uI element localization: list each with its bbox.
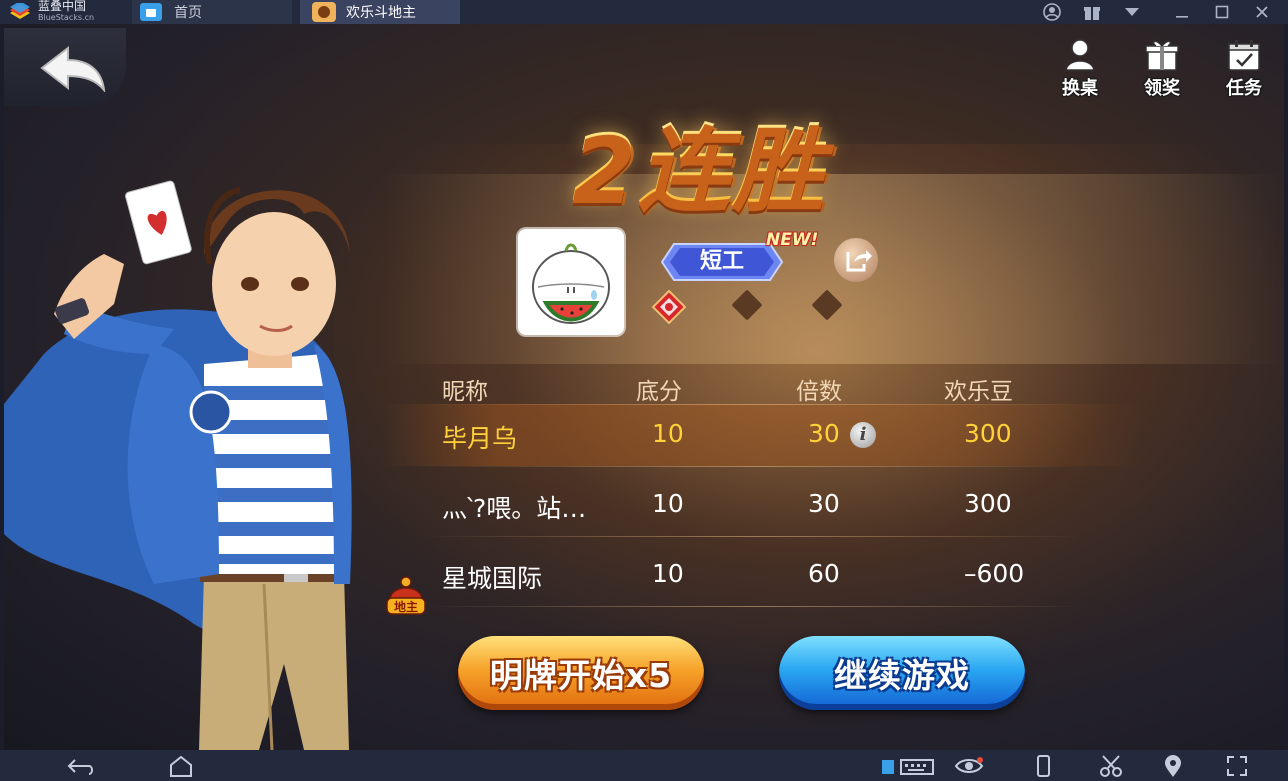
brand-logo: 蓝叠中国 BlueStacks.cn	[8, 0, 94, 24]
minimize-icon[interactable]	[1168, 0, 1196, 24]
maximize-icon[interactable]	[1208, 0, 1236, 24]
tab-game-label: 欢乐斗地主	[346, 5, 416, 21]
row-divider	[424, 536, 1084, 537]
row-divider	[424, 466, 1084, 467]
claim-reward-label: 领奖	[1144, 78, 1180, 99]
game-screen: 换桌 领奖 任务 2连胜 2连胜	[4, 24, 1284, 750]
share-icon	[846, 250, 872, 272]
change-table-button[interactable]: 换桌	[1054, 38, 1106, 102]
row-divider	[424, 404, 1084, 405]
info-icon[interactable]: i	[850, 422, 876, 448]
emulator-bottom-bar	[0, 750, 1288, 781]
row-beans: 300	[964, 419, 1012, 448]
header-nickname: 昵称	[442, 379, 488, 405]
row-multiplier: 30	[808, 489, 840, 518]
header-multiplier: 倍数	[796, 379, 842, 405]
row-beans: –600	[964, 559, 1025, 588]
back-icon[interactable]	[66, 754, 96, 778]
win-streak-title: 2连胜	[572, 94, 826, 227]
tab-game[interactable]: 欢乐斗地主	[300, 0, 460, 24]
watermelon-avatar-icon	[532, 243, 610, 324]
emulator-title-bar: 蓝叠中国 BlueStacks.cn 首页 欢乐斗地主	[0, 0, 1288, 24]
continue-game-button[interactable]: 继续游戏	[779, 636, 1025, 710]
new-tag: NEW!	[766, 230, 819, 250]
row-base: 10	[652, 559, 684, 588]
row-beans: 300	[964, 489, 1012, 518]
header-beans: 欢乐豆	[944, 379, 1013, 405]
row-name: 灬՝?喂。站…	[442, 494, 587, 523]
eye-icon[interactable]	[954, 754, 984, 778]
back-arrow-icon	[40, 45, 106, 92]
close-icon[interactable]	[1248, 0, 1276, 24]
dropdown-icon[interactable]	[1118, 0, 1146, 24]
account-icon[interactable]	[1038, 0, 1066, 24]
row-multiplier: 30	[808, 419, 840, 448]
change-table-icon	[1065, 39, 1095, 71]
location-icon[interactable]	[1158, 754, 1188, 778]
task-button[interactable]: 任务	[1218, 38, 1270, 102]
fullscreen-icon[interactable]	[1222, 754, 1252, 778]
claim-reward-button[interactable]: 领奖	[1136, 38, 1188, 102]
row-name: 毕月乌	[442, 424, 518, 453]
tab-home-label: 首页	[174, 5, 202, 21]
gift-icon[interactable]	[1078, 0, 1106, 24]
row-multiplier: 60	[808, 559, 840, 588]
header-base-score: 底分	[636, 379, 682, 405]
row-name: 星城国际	[442, 564, 543, 593]
change-table-label: 换桌	[1062, 78, 1098, 99]
keyboard-icon[interactable]	[880, 754, 936, 778]
bluestacks-logo-icon	[8, 1, 32, 21]
brand-domain: BlueStacks.cn	[38, 13, 95, 22]
row-divider	[424, 606, 1084, 607]
character-illustration	[4, 180, 352, 750]
scissors-icon[interactable]	[1096, 754, 1126, 778]
level-diamond-filled-icon	[652, 290, 686, 324]
brand-name: 蓝叠中国	[38, 0, 87, 13]
home-icon[interactable]	[166, 754, 196, 778]
player-avatar	[518, 229, 624, 335]
back-button[interactable]	[4, 28, 126, 106]
gift-icon	[1145, 40, 1179, 71]
rotate-icon[interactable]	[1028, 754, 1058, 778]
show-cards-start-button[interactable]: 明牌开始x5	[458, 636, 704, 710]
task-icon	[1228, 40, 1260, 71]
home-tab-icon	[140, 3, 162, 21]
tab-home[interactable]: 首页	[132, 0, 292, 24]
row-base: 10	[652, 419, 684, 448]
task-label: 任务	[1226, 78, 1262, 99]
game-tab-icon	[312, 2, 336, 22]
row-base: 10	[652, 489, 684, 518]
share-button[interactable]	[834, 238, 878, 282]
